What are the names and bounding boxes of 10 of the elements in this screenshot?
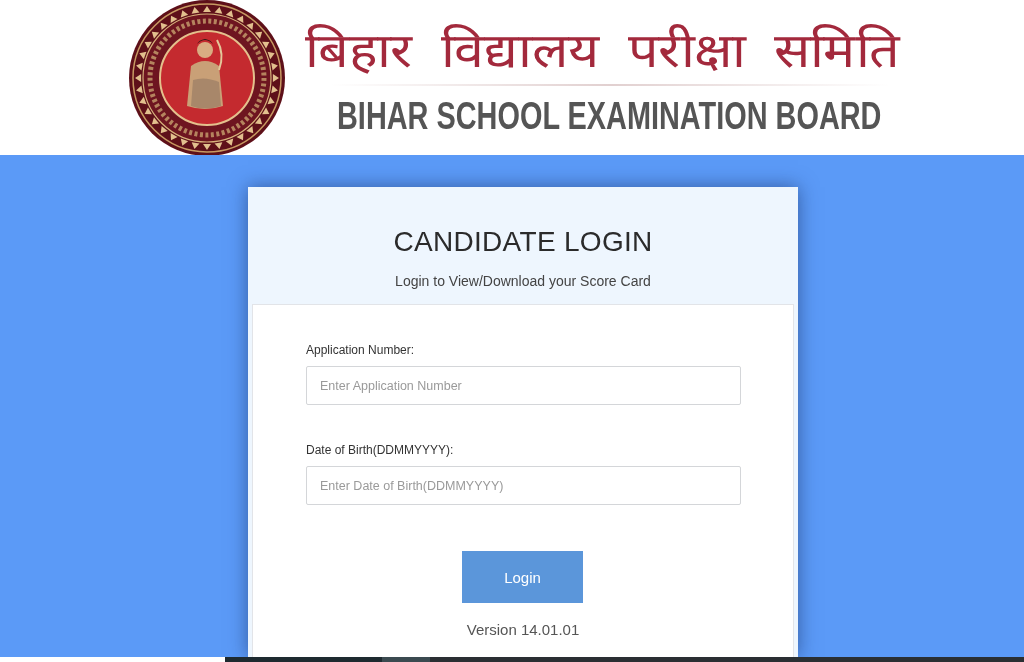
field-label: Application Number:: [306, 342, 415, 358]
version-text: Version 14.01.01: [466, 621, 580, 639]
card-subtitle: Login to View/Download your Score Card: [395, 272, 651, 290]
field-label: Date of Birth(DDMMYYYY):: [306, 442, 454, 458]
login-button[interactable]: Login: [462, 551, 583, 603]
board-title-english: BIHAR SCHOOL EXAMINATION BOARD: [337, 95, 882, 136]
card-title: CANDIDATE LOGIN: [393, 225, 653, 259]
board-title-hindi: बिहार विद्यालय परीक्षा समिति: [305, 20, 900, 80]
input-field[interactable]: Enter Date of Birth(DDMMYYYY): [306, 466, 741, 505]
input-field[interactable]: Enter Application Number: [306, 366, 741, 405]
